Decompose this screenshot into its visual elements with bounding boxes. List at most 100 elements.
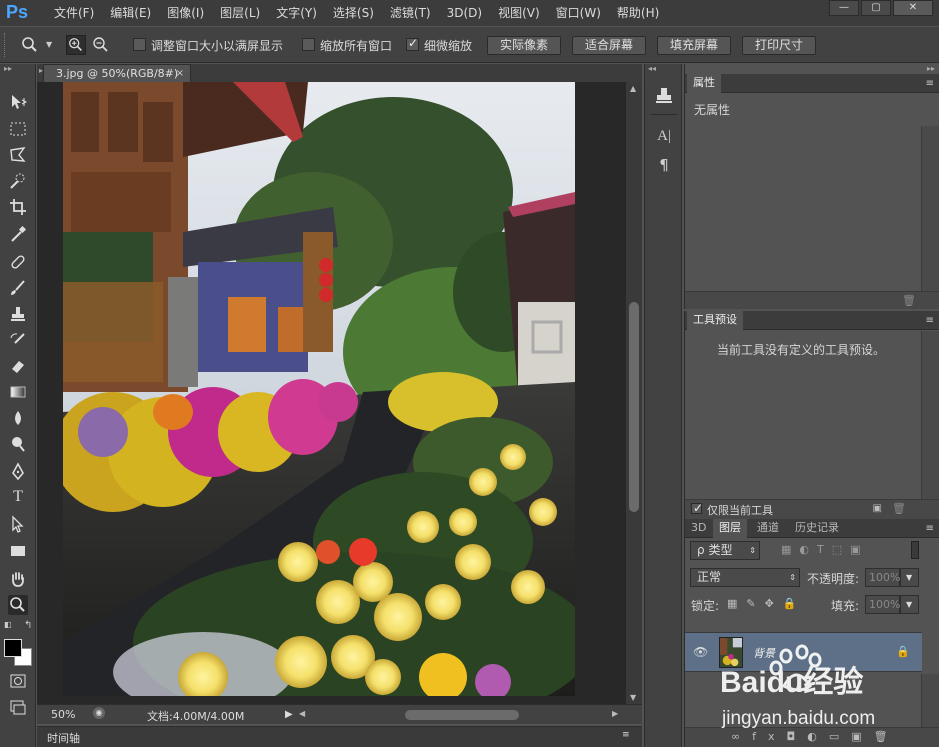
restore-button[interactable]: ▢ xyxy=(861,0,891,16)
actual-pixels-button[interactable]: 实际像素 xyxy=(487,36,561,55)
menu-edit[interactable]: 编辑(E) xyxy=(102,0,159,26)
clone-stamp-tool-icon[interactable] xyxy=(8,304,28,324)
default-colors-icon[interactable]: ◧ xyxy=(4,620,12,629)
menu-layer[interactable]: 图层(L) xyxy=(212,0,268,26)
tab-history[interactable]: 历史记录 xyxy=(789,519,845,538)
new-preset-icon[interactable]: ▣ xyxy=(873,503,882,514)
scroll-left-icon[interactable]: ◀ xyxy=(299,709,305,718)
foreground-color-swatch[interactable] xyxy=(4,639,22,657)
menu-filter[interactable]: 滤镜(T) xyxy=(382,0,439,26)
status-menu-arrow-icon[interactable]: ▶ xyxy=(285,709,293,720)
scrubby-zoom-checkbox[interactable] xyxy=(406,36,419,51)
brush-tool-icon[interactable] xyxy=(8,278,28,298)
properties-trash-icon[interactable]: 🗑 xyxy=(902,294,916,307)
timeline-label[interactable]: 时间轴 xyxy=(47,730,80,746)
fill-dropdown-icon[interactable]: ▼ xyxy=(900,595,919,614)
document-tab[interactable]: 3.jpg @ 50%(RGB/8#) × xyxy=(43,64,191,82)
dodge-tool-icon[interactable] xyxy=(8,434,28,454)
tool-presets-scrollbar[interactable] xyxy=(921,331,939,499)
menu-type[interactable]: 文字(Y) xyxy=(268,0,325,26)
canvas-image[interactable] xyxy=(63,82,575,696)
menu-select[interactable]: 选择(S) xyxy=(325,0,382,26)
print-size-button[interactable]: 打印尺寸 xyxy=(742,36,816,55)
swap-colors-icon[interactable]: ↰ xyxy=(24,620,32,631)
zoom-tool-preset-icon[interactable] xyxy=(20,35,40,55)
screen-mode-icon[interactable] xyxy=(8,698,28,718)
move-tool-icon[interactable] xyxy=(8,92,28,112)
lasso-tool-icon[interactable] xyxy=(8,145,28,165)
scroll-up-icon[interactable]: ▲ xyxy=(630,84,636,93)
history-brush-tool-icon[interactable] xyxy=(8,330,28,350)
blend-mode-select[interactable]: 正常 ⇕ xyxy=(690,568,800,587)
fit-screen-button[interactable]: 适合屏幕 xyxy=(572,36,646,55)
fill-screen-button[interactable]: 填充屏幕 xyxy=(657,36,731,55)
character-panel-icon[interactable]: A| xyxy=(654,128,674,148)
close-window-button[interactable]: ✕ xyxy=(893,0,933,16)
status-info-icon[interactable]: ◉ xyxy=(93,707,105,719)
zoom-level[interactable]: 50% xyxy=(51,708,75,721)
dock-collapse-icon[interactable]: ◂◂ xyxy=(648,64,656,73)
zoom-out-icon[interactable] xyxy=(91,35,111,55)
lock-options-icons[interactable]: ▦✎✥🔒 xyxy=(727,597,806,610)
zoom-all-windows-checkbox[interactable] xyxy=(302,38,315,51)
properties-scrollbar[interactable] xyxy=(921,126,939,291)
hand-tool-icon[interactable] xyxy=(8,569,28,589)
preset-dropdown-arrow-icon[interactable]: ▼ xyxy=(46,40,52,49)
delete-preset-icon[interactable]: 🗑 xyxy=(892,502,906,515)
quick-mask-icon[interactable] xyxy=(8,671,28,691)
layer-visibility-eye-icon[interactable]: 👁 xyxy=(693,645,708,659)
properties-panel-menu-icon[interactable]: ≡ xyxy=(926,78,934,89)
timeline-panel[interactable]: 时间轴 ≡ xyxy=(37,726,642,747)
healing-brush-tool-icon[interactable] xyxy=(8,252,28,272)
collapse-toolbar-icon[interactable]: ▸▸ xyxy=(4,64,12,73)
resize-windows-checkbox[interactable] xyxy=(133,38,146,51)
eyedropper-tool-icon[interactable] xyxy=(8,224,28,244)
marquee-tool-icon[interactable] xyxy=(8,119,28,139)
watermark-brand: Baidu经验 xyxy=(720,665,863,699)
horizontal-scroll-thumb[interactable] xyxy=(405,710,519,720)
layers-scrollbar[interactable] xyxy=(921,674,939,727)
timeline-menu-icon[interactable]: ≡ xyxy=(622,730,630,740)
eraser-tool-icon[interactable] xyxy=(8,356,28,376)
minimize-button[interactable]: — xyxy=(829,0,859,16)
menu-view[interactable]: 视图(V) xyxy=(490,0,548,26)
scroll-right-icon[interactable]: ▶ xyxy=(612,709,618,718)
vertical-scroll-thumb[interactable] xyxy=(629,302,639,512)
tool-presets-panel-menu-icon[interactable]: ≡ xyxy=(926,315,934,326)
rectangle-tool-icon[interactable] xyxy=(8,541,28,561)
paragraph-panel-icon[interactable]: ¶ xyxy=(654,156,674,176)
menu-file[interactable]: 文件(F) xyxy=(46,0,102,26)
blur-tool-icon[interactable] xyxy=(8,408,28,428)
zoom-in-icon[interactable] xyxy=(66,35,86,55)
layer-filter-kind-select[interactable]: ρ 类型 ⇕ xyxy=(690,541,760,560)
fill-input[interactable]: 100% xyxy=(865,595,900,614)
current-tool-only-checkbox[interactable] xyxy=(691,501,703,515)
quick-selection-tool-icon[interactable] xyxy=(8,171,28,191)
menu-help[interactable]: 帮助(H) xyxy=(609,0,667,26)
pen-tool-icon[interactable] xyxy=(8,462,28,482)
menu-3d[interactable]: 3D(D) xyxy=(439,0,490,26)
path-selection-tool-icon[interactable] xyxy=(8,514,28,534)
opacity-input[interactable]: 100% xyxy=(865,568,900,587)
tab-channels[interactable]: 通道 xyxy=(751,519,785,538)
tab-properties[interactable]: 属性 xyxy=(687,74,721,93)
menu-window[interactable]: 窗口(W) xyxy=(548,0,609,26)
gradient-tool-icon[interactable] xyxy=(8,382,28,402)
vertical-scrollbar[interactable]: ▲ ▼ xyxy=(626,82,642,704)
opacity-dropdown-icon[interactable]: ▼ xyxy=(900,568,919,587)
zoom-tool-icon[interactable] xyxy=(8,595,28,615)
crop-tool-icon[interactable] xyxy=(8,197,28,217)
tab-layers[interactable]: 图层 xyxy=(713,519,747,538)
type-tool-icon[interactable]: T xyxy=(8,488,28,508)
close-document-icon[interactable]: × xyxy=(176,65,184,82)
layers-panel-menu-icon[interactable]: ≡ xyxy=(926,523,934,534)
filter-toggle-switch[interactable] xyxy=(911,541,919,559)
tab-tool-presets[interactable]: 工具预设 xyxy=(687,311,743,330)
layer-filter-icons[interactable]: ▦◐T⬚▣ xyxy=(781,543,869,556)
tool-presets-dock-icon[interactable] xyxy=(654,86,674,106)
options-bar-grip[interactable] xyxy=(4,33,8,57)
menu-image[interactable]: 图像(I) xyxy=(159,0,212,26)
scroll-down-icon[interactable]: ▼ xyxy=(630,693,636,702)
tab-3d[interactable]: 3D xyxy=(685,519,712,538)
expand-panels-icon[interactable]: ▸▸ xyxy=(927,64,935,73)
